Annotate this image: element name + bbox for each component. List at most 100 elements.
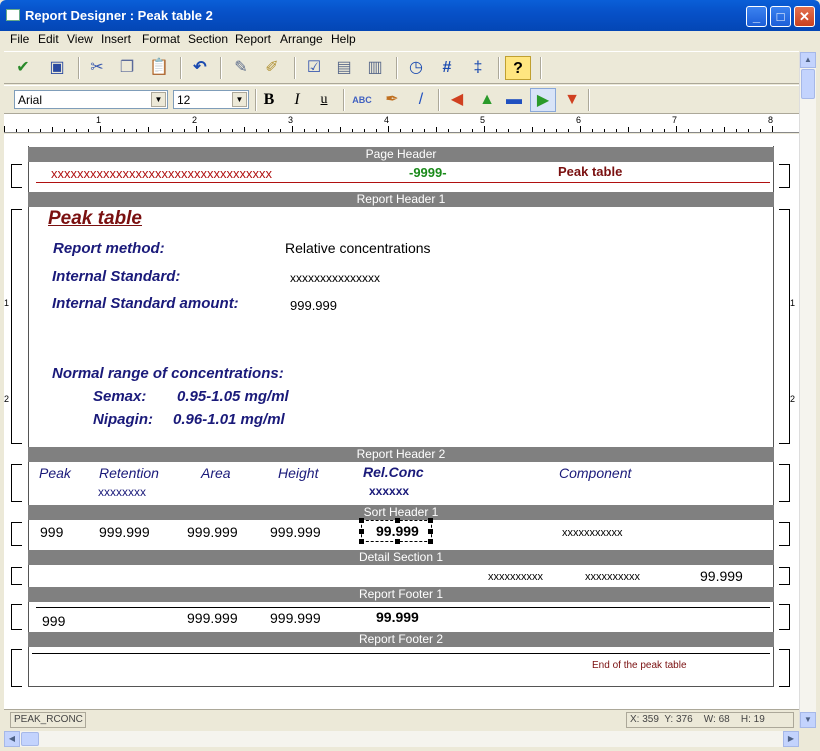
band-sort-header-1[interactable]: Sort Header 1 bbox=[28, 505, 774, 520]
sort-retention-field[interactable]: 999.999 bbox=[99, 524, 150, 540]
page-header-title[interactable]: Peak table bbox=[558, 164, 622, 179]
bold-button[interactable]: B bbox=[256, 88, 282, 112]
copy-icon[interactable]: ❐ bbox=[114, 56, 140, 80]
menu-section[interactable]: Section bbox=[188, 32, 228, 46]
save-icon[interactable]: ▣ bbox=[44, 56, 70, 80]
resize-handle[interactable] bbox=[359, 539, 364, 544]
align-top-arrow-icon[interactable]: ▲ bbox=[474, 88, 500, 112]
resize-grip[interactable] bbox=[800, 731, 816, 747]
resize-handle[interactable] bbox=[359, 518, 364, 523]
notes-icon[interactable]: ✐ bbox=[259, 56, 285, 80]
page-number-field[interactable]: -9999- bbox=[409, 165, 447, 180]
col-area-header[interactable]: Area bbox=[201, 465, 231, 481]
scroll-thumb[interactable] bbox=[21, 732, 39, 746]
page-number-icon[interactable]: # bbox=[434, 56, 460, 80]
range-label[interactable]: Normal range of concentrations: bbox=[52, 365, 284, 382]
sort-area-field[interactable]: 999.999 bbox=[187, 524, 238, 540]
scroll-thumb[interactable] bbox=[801, 69, 815, 99]
report-title[interactable]: Peak table bbox=[48, 208, 142, 230]
method-value[interactable]: Relative concentrations bbox=[285, 240, 431, 256]
method-label[interactable]: Report method: bbox=[53, 240, 165, 257]
detail-value-field[interactable]: 99.999 bbox=[700, 568, 743, 584]
menu-insert[interactable]: Insert bbox=[101, 32, 131, 46]
footer-height-field[interactable]: 999.999 bbox=[270, 610, 321, 626]
page-header-field[interactable]: xxxxxxxxxxxxxxxxxxxxxxxxxxxxxxxxxx bbox=[51, 166, 272, 181]
cut-icon[interactable]: ✂ bbox=[84, 56, 110, 80]
footer-relconc-field[interactable]: 99.999 bbox=[376, 609, 419, 625]
menu-file[interactable]: File bbox=[10, 32, 29, 46]
help-icon[interactable]: ? bbox=[505, 56, 531, 80]
col-relconc-unit[interactable]: xxxxxx bbox=[369, 484, 409, 498]
menu-view[interactable]: View bbox=[67, 32, 93, 46]
menu-report[interactable]: Report bbox=[235, 32, 271, 46]
col-height-header[interactable]: Height bbox=[278, 465, 318, 481]
col-retention-header[interactable]: Retention bbox=[99, 465, 159, 481]
sort-peak-field[interactable]: 999 bbox=[40, 524, 63, 540]
paste-icon[interactable]: 📋 bbox=[146, 56, 172, 80]
band-detail-section-1[interactable]: Detail Section 1 bbox=[28, 550, 774, 565]
maximize-button[interactable]: □ bbox=[770, 6, 791, 27]
fill-color-icon[interactable]: ✒ bbox=[379, 88, 405, 112]
undo-icon[interactable]: ↶ bbox=[187, 56, 213, 80]
sort-height-field[interactable]: 999.999 bbox=[270, 524, 321, 540]
istd-label[interactable]: Internal Standard: bbox=[52, 268, 180, 285]
page-icon[interactable]: ▤ bbox=[331, 56, 357, 80]
col-retention-unit[interactable]: xxxxxxxx bbox=[98, 485, 146, 499]
detail-field-1[interactable]: xxxxxxxxxx bbox=[488, 571, 543, 583]
line-color-icon[interactable]: / bbox=[408, 88, 434, 112]
menu-edit[interactable]: Edit bbox=[38, 32, 59, 46]
resize-handle[interactable] bbox=[395, 539, 400, 544]
band-report-footer-2[interactable]: Report Footer 2 bbox=[28, 632, 774, 647]
scroll-down-icon[interactable]: ▼ bbox=[800, 712, 816, 728]
nipagin-label[interactable]: Nipagin: bbox=[93, 411, 153, 428]
italic-button[interactable]: I bbox=[284, 88, 310, 112]
scroll-left-icon[interactable]: ◀ bbox=[4, 731, 20, 747]
align-left-arrow-icon[interactable]: ◀ bbox=[444, 88, 470, 112]
design-canvas[interactable]: Page Header xxxxxxxxxxxxxxxxxxxxxxxxxxxx… bbox=[4, 134, 799, 709]
resize-handle[interactable] bbox=[428, 518, 433, 523]
document-icon[interactable]: ▥ bbox=[362, 56, 388, 80]
menu-format[interactable]: Format bbox=[142, 32, 180, 46]
selected-field[interactable]: 99.999 bbox=[359, 518, 433, 544]
band-report-footer-1[interactable]: Report Footer 1 bbox=[28, 587, 774, 602]
menu-help[interactable]: Help bbox=[331, 32, 356, 46]
resize-handle[interactable] bbox=[395, 518, 400, 523]
scroll-up-icon[interactable]: ▲ bbox=[800, 52, 816, 68]
col-component-header[interactable]: Component bbox=[559, 465, 631, 481]
resize-handle[interactable] bbox=[359, 529, 364, 534]
menu-arrange[interactable]: Arrange bbox=[280, 32, 323, 46]
minimize-button[interactable]: _ bbox=[746, 6, 767, 27]
align-bottom-arrow-icon[interactable]: ▼ bbox=[559, 88, 585, 112]
istd-value[interactable]: xxxxxxxxxxxxxxx bbox=[290, 271, 380, 285]
checklist-icon[interactable]: ☑ bbox=[301, 56, 327, 80]
horizontal-scrollbar[interactable]: ◀ ▶ bbox=[4, 731, 799, 747]
band-report-header-1[interactable]: Report Header 1 bbox=[28, 192, 774, 207]
underline-button[interactable]: u bbox=[311, 88, 337, 112]
spellcheck-icon[interactable]: ABC bbox=[349, 88, 375, 112]
size-select[interactable]: 12 ▼ bbox=[173, 90, 249, 109]
end-of-table-text[interactable]: End of the peak table bbox=[592, 660, 687, 671]
datetime-icon[interactable]: ◷ bbox=[403, 56, 429, 80]
col-relconc-header[interactable]: Rel.Conc bbox=[363, 464, 424, 480]
align-center-icon[interactable]: ▬ bbox=[501, 88, 527, 112]
istd-amount-value[interactable]: 999.999 bbox=[290, 298, 337, 313]
band-page-header[interactable]: Page Header bbox=[28, 147, 774, 162]
nipagin-value[interactable]: 0.96-1.01 mg/ml bbox=[173, 411, 285, 428]
vertical-scrollbar[interactable]: ▲ ▼ bbox=[799, 52, 816, 728]
resize-handle[interactable] bbox=[428, 529, 433, 534]
check-icon[interactable]: ✔ bbox=[10, 56, 36, 80]
band-report-header-2[interactable]: Report Header 2 bbox=[28, 447, 774, 462]
resize-handle[interactable] bbox=[428, 539, 433, 544]
scroll-right-icon[interactable]: ▶ bbox=[783, 731, 799, 747]
col-peak-header[interactable]: Peak bbox=[39, 465, 71, 481]
istd-amount-label[interactable]: Internal Standard amount: bbox=[52, 295, 239, 312]
font-select[interactable]: Arial ▼ bbox=[14, 90, 168, 109]
align-right-arrow-icon[interactable]: ▶ bbox=[530, 88, 556, 112]
close-button[interactable]: ✕ bbox=[794, 6, 815, 27]
page-count-icon[interactable]: ‡ bbox=[465, 56, 491, 80]
edit-field-icon[interactable]: ✎ bbox=[228, 56, 254, 80]
footer-peak-field[interactable]: 999 bbox=[42, 613, 65, 629]
footer-area-field[interactable]: 999.999 bbox=[187, 610, 238, 626]
semax-value[interactable]: 0.95-1.05 mg/ml bbox=[177, 388, 289, 405]
semax-label[interactable]: Semax: bbox=[93, 388, 146, 405]
